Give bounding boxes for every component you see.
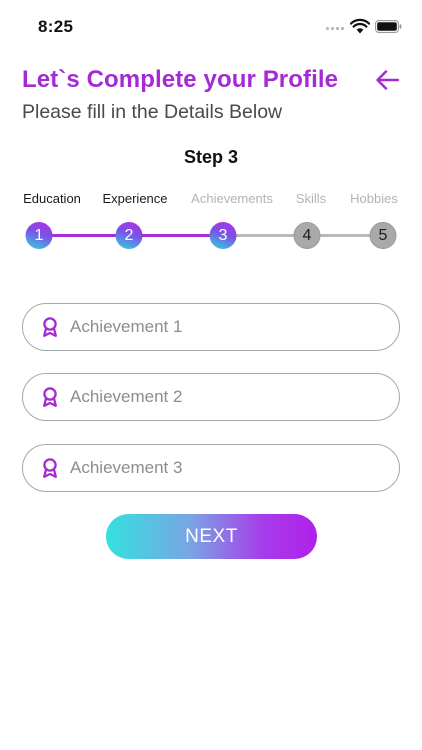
page-subtitle: Please fill in the Details Below — [22, 101, 283, 123]
page-title: Let`s Complete your Profile — [22, 66, 339, 93]
step-indicator-3: 3 — [209, 222, 237, 249]
award-ribbon-icon — [43, 317, 57, 337]
back-button[interactable] — [372, 67, 402, 93]
status-bar: 8:25 — [0, 0, 422, 54]
step-label-hobbies: Hobbies — [350, 191, 398, 206]
achievement-field-1[interactable] — [22, 303, 400, 351]
arrow-left-icon — [376, 70, 400, 90]
award-ribbon-icon — [43, 387, 57, 407]
battery-icon — [375, 20, 402, 33]
achievement-input-3[interactable] — [70, 458, 370, 478]
achievement-field-3[interactable] — [22, 444, 400, 492]
achievement-field-2[interactable] — [22, 373, 400, 421]
achievement-input-2[interactable] — [70, 387, 370, 407]
wifi-icon — [350, 18, 370, 34]
step-label-experience: Experience — [102, 191, 168, 206]
achievement-input-1[interactable] — [70, 317, 370, 337]
award-ribbon-icon — [43, 458, 57, 478]
step-label-education: Education — [23, 191, 81, 206]
step-indicator-5: 5 — [369, 222, 397, 249]
step-title: Step 3 — [183, 147, 239, 167]
step-indicator-1: 1 — [25, 222, 53, 249]
cellular-signal-icon — [326, 27, 344, 30]
step-indicator-2: 2 — [115, 222, 143, 249]
next-button[interactable]: NEXT — [106, 514, 317, 559]
step-label-skills: Skills — [295, 191, 327, 206]
step-label-achievements: Achievements — [191, 191, 273, 206]
step-indicator-4: 4 — [293, 222, 321, 249]
status-time: 8:25 — [38, 17, 74, 36]
